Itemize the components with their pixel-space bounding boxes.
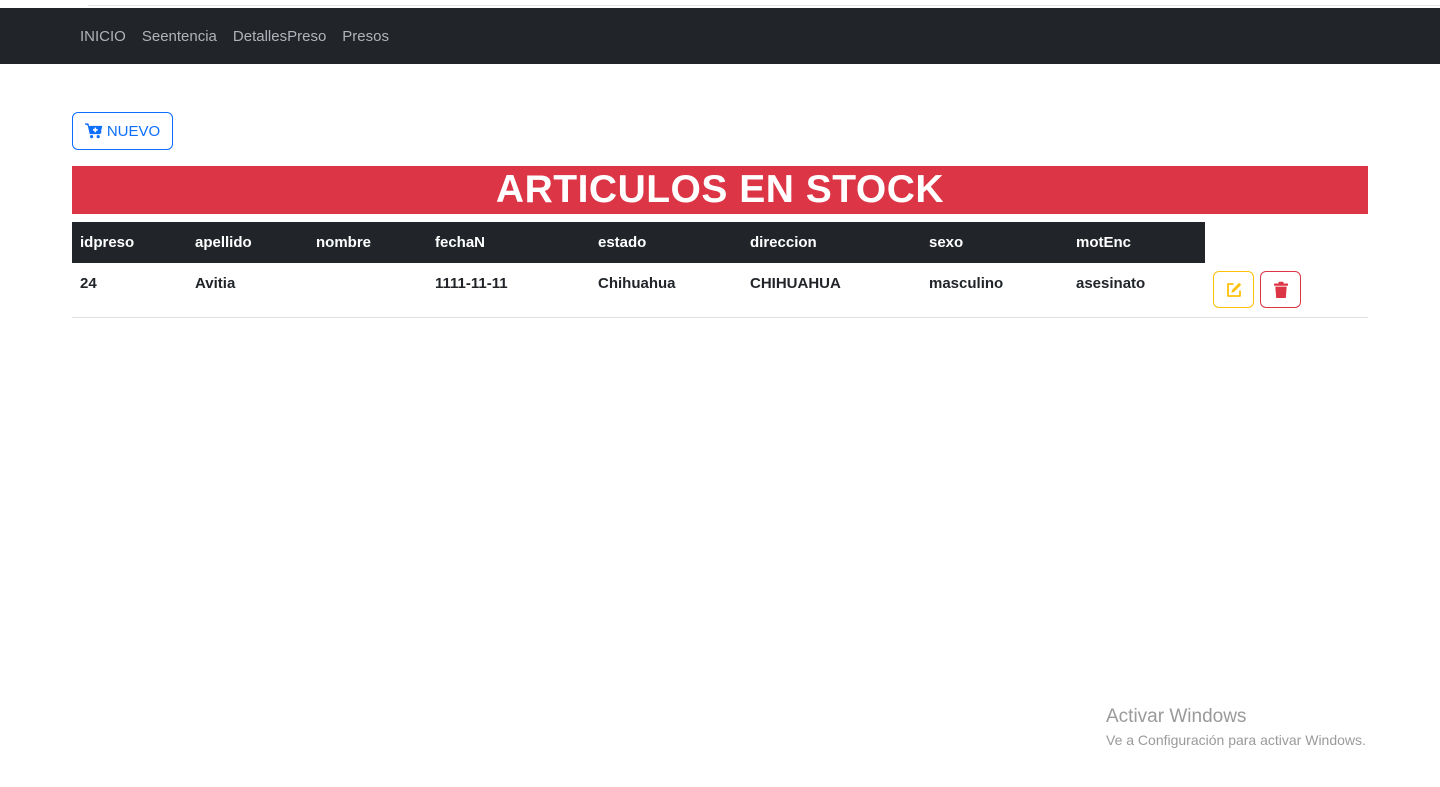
column-header-fechan: fechaN bbox=[435, 234, 486, 251]
column-header-idpreso: idpreso bbox=[80, 234, 135, 251]
watermark-title: Activar Windows bbox=[1106, 706, 1247, 727]
windows-activation-watermark: Activar Windows Ve a Configuración para … bbox=[1106, 706, 1366, 748]
new-button[interactable]: NUEVO bbox=[72, 112, 173, 150]
nav-link-seentencia[interactable]: Seentencia bbox=[142, 28, 217, 45]
nav-links: INICIO Seentencia DetallesPreso Presos bbox=[80, 8, 405, 64]
column-header-apellido: apellido bbox=[195, 234, 252, 251]
browser-top-strip bbox=[0, 0, 1440, 8]
cell-estado: Chihuahua bbox=[598, 275, 676, 292]
banner: ARTICULOS EN STOCK bbox=[72, 166, 1368, 214]
edit-button[interactable] bbox=[1213, 271, 1254, 308]
cell-apellido: Avitia bbox=[195, 275, 236, 292]
nav-link-inicio[interactable]: INICIO bbox=[80, 28, 126, 45]
nav-link-detallespreso[interactable]: DetallesPreso bbox=[233, 28, 326, 45]
banner-title: ARTICULOS EN STOCK bbox=[495, 168, 945, 211]
edit-icon bbox=[1226, 282, 1241, 297]
column-header-motenc: motEnc bbox=[1076, 234, 1132, 251]
nav-link-presos[interactable]: Presos bbox=[342, 28, 389, 45]
cart-plus-icon bbox=[84, 123, 103, 139]
top-strip-line bbox=[88, 0, 1440, 6]
column-header-direccion: direccion bbox=[750, 234, 817, 251]
column-header-sexo: sexo bbox=[929, 234, 964, 251]
navbar: INICIO Seentencia DetallesPreso Presos bbox=[0, 8, 1440, 64]
trash-icon bbox=[1273, 281, 1288, 298]
column-header-nombre: nombre bbox=[316, 234, 372, 251]
new-button-label: NUEVO bbox=[106, 122, 161, 140]
cell-motenc: asesinato bbox=[1076, 275, 1146, 292]
watermark-subtitle: Ve a Configuración para activar Windows. bbox=[1106, 732, 1366, 748]
cell-fechan: 1111-11-11 bbox=[435, 275, 508, 292]
table-header: idpreso apellido nombre fechaN estado di… bbox=[72, 222, 1205, 263]
cell-direccion: CHIHUAHUA bbox=[750, 275, 841, 292]
cell-idpreso: 24 bbox=[80, 275, 97, 292]
delete-button[interactable] bbox=[1260, 271, 1301, 308]
column-header-estado: estado bbox=[598, 234, 647, 251]
cell-sexo: masculino bbox=[929, 275, 1004, 292]
table-row: 24 Avitia 1111-11-11 Chihuahua CHIHUAHUA… bbox=[72, 263, 1368, 318]
